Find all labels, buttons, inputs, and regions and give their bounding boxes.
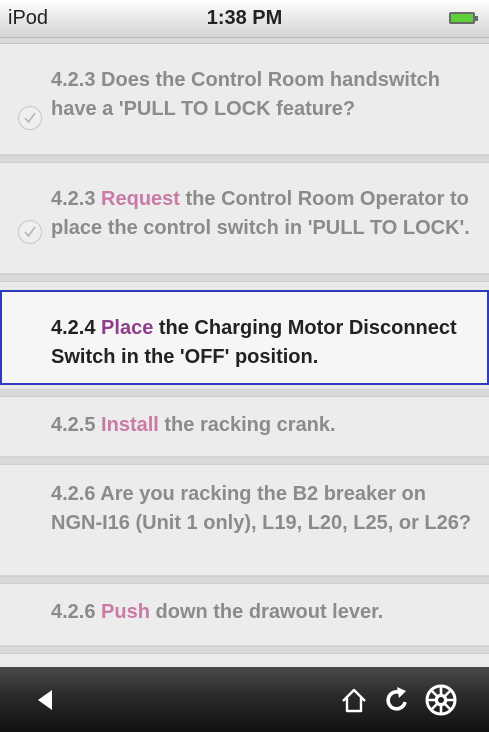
procedure-step-active[interactable]: 4.2.4 Place the Charging Motor Disconnec… (0, 290, 489, 385)
step-number: 4.2.6 (51, 483, 96, 505)
status-time: 1:38 PM (206, 7, 283, 29)
settings-wheel-icon[interactable] (422, 681, 460, 719)
step-verb: Request (101, 188, 180, 210)
back-arrow-icon[interactable] (28, 681, 66, 719)
home-icon[interactable] (335, 681, 373, 719)
step-text: 4.2.4 Place the Charging Motor Disconnec… (51, 314, 475, 372)
step-text: 4.2.3 Request the Control Room Operator … (51, 185, 477, 243)
step-number: 4.2.5 (51, 414, 96, 436)
battery-icon (449, 12, 478, 24)
step-separator (0, 274, 489, 282)
checkmark-icon (18, 220, 42, 244)
procedure-step-list[interactable]: 4.2.3 Does the Control Room handswitch h… (0, 44, 489, 667)
checkmark-icon (18, 106, 42, 130)
refresh-icon[interactable] (378, 681, 416, 719)
step-number: 4.2.3 (51, 188, 96, 210)
step-number: 4.2.6 (51, 601, 96, 623)
status-bar: iPod 1:38 PM (0, 0, 489, 38)
step-separator (0, 389, 489, 397)
step-separator (0, 646, 489, 654)
procedure-step[interactable]: 4.2.3 Does the Control Room handswitch h… (0, 44, 489, 155)
step-text-before: Are you racking the B2 breaker on NGN-I1… (51, 483, 472, 534)
procedure-step[interactable]: 4.2.6 Push down the drawout lever. (0, 584, 489, 646)
step-text-after: down the drawout lever. (149, 601, 384, 623)
step-text: 4.2.6 Push down the drawout lever. (51, 598, 477, 627)
step-separator (0, 155, 489, 163)
step-verb: Install (101, 414, 159, 436)
step-text: 4.2.6 Are you racking the B2 breaker on … (51, 480, 477, 538)
step-verb: Place (101, 317, 154, 339)
step-text-before: Does the Control Room handswitch have a … (51, 69, 440, 120)
procedure-step[interactable]: 4.2.3 Request the Control Room Operator … (0, 163, 489, 274)
step-number: 4.2.4 (51, 317, 96, 339)
step-text-after: the racking crank. (158, 414, 336, 436)
step-text: 4.2.3 Does the Control Room handswitch h… (51, 66, 477, 124)
procedure-step[interactable]: 4.2.6 Are you racking the B2 breaker on … (0, 465, 489, 576)
bottom-toolbar (0, 667, 489, 732)
step-verb: Push (101, 601, 150, 623)
step-text: 4.2.5 Install the racking crank. (51, 411, 477, 440)
procedure-step-partial[interactable] (0, 654, 489, 667)
step-separator (0, 457, 489, 465)
procedure-step[interactable]: 4.2.5 Install the racking crank. (0, 397, 489, 457)
step-number: 4.2.3 (51, 69, 96, 91)
step-separator (0, 576, 489, 584)
